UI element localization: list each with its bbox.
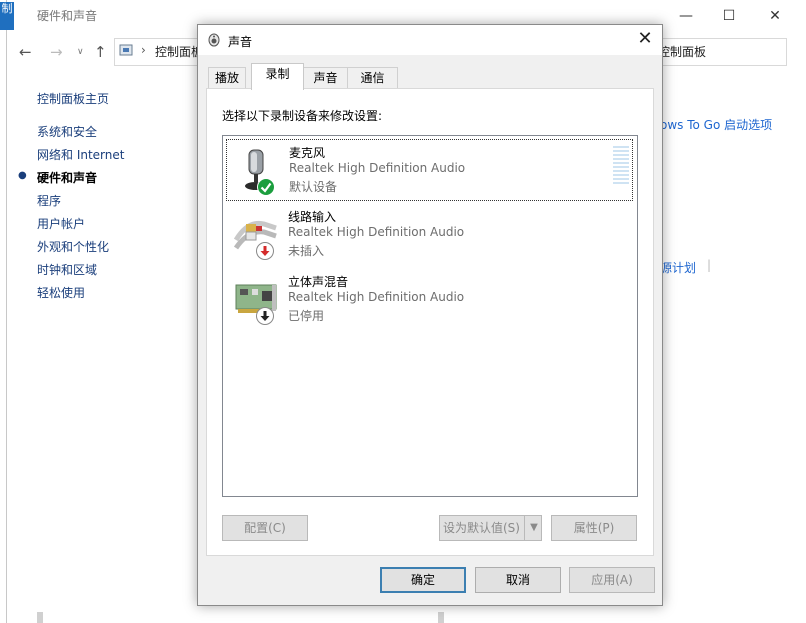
device-item-microphone[interactable]: 麦克风 Realtek High Definition Audio 默认设备 xyxy=(226,139,633,201)
device-driver: Realtek High Definition Audio xyxy=(288,290,465,304)
control-panel-icon xyxy=(119,43,135,57)
sidebar-item-clock[interactable]: 时钟和区域 xyxy=(37,261,97,278)
device-name: 立体声混音 xyxy=(288,275,349,289)
current-item-bullet: ● xyxy=(18,170,27,181)
tab-sounds[interactable]: 声音 xyxy=(302,67,349,89)
sidebar-item-accounts[interactable]: 用户帐户 xyxy=(37,215,85,232)
apply-button[interactable]: 应用(A) xyxy=(569,567,655,593)
recent-dropdown-icon[interactable]: ∨ xyxy=(77,42,84,62)
dialog-title: 声音 xyxy=(228,35,253,49)
tab-communications[interactable]: 通信 xyxy=(347,67,398,89)
device-name: 线路输入 xyxy=(288,210,337,224)
sidebar-item-network[interactable]: 网络和 Internet xyxy=(37,146,124,163)
ok-button[interactable]: 确定 xyxy=(380,567,466,593)
tab-recording[interactable]: 录制 xyxy=(251,63,304,90)
recording-tab-panel: 选择以下录制设备来修改设置: 麦克风 Realtek High Definiti… xyxy=(206,88,654,556)
sound-dialog: 声音 ✕ 播放 录制 声音 通信 选择以下录制设备来修改设置: 麦克风 Real… xyxy=(197,24,663,606)
device-status: 默认设备 xyxy=(289,180,338,194)
device-item-line-in[interactable]: 线路输入 Realtek High Definition Audio 未插入 xyxy=(226,204,631,264)
down-arrow-red-badge-icon xyxy=(256,242,274,260)
link-separator: | xyxy=(707,258,712,272)
back-arrow-icon[interactable]: ← xyxy=(19,42,32,62)
down-arrow-black-badge-icon xyxy=(256,307,274,325)
up-arrow-icon[interactable]: ↑ xyxy=(94,42,107,62)
tab-playback[interactable]: 播放 xyxy=(208,67,246,89)
set-default-label: 设为默认值(S) xyxy=(443,521,520,535)
set-default-button[interactable]: 设为默认值(S) ▼ xyxy=(439,515,542,541)
chevron-down-icon[interactable]: ▼ xyxy=(524,516,543,540)
scrollbar-stub xyxy=(438,612,444,623)
device-driver: Realtek High Definition Audio xyxy=(289,161,466,175)
close-button[interactable]: ✕ xyxy=(765,6,785,26)
address-text: 控制面板 xyxy=(155,45,204,59)
device-item-stereo-mix[interactable]: 立体声混音 Realtek High Definition Audio 已停用 xyxy=(226,269,631,329)
device-status: 已停用 xyxy=(288,309,325,323)
properties-button[interactable]: 属性(P) xyxy=(551,515,637,541)
instruction-text: 选择以下录制设备来修改设置: xyxy=(222,109,383,123)
windows-to-go-link[interactable]: ows To Go 启动选项 xyxy=(660,116,772,133)
speaker-icon xyxy=(208,33,220,47)
dialog-close-button[interactable]: ✕ xyxy=(635,29,655,49)
power-plan-link[interactable]: 源计划 xyxy=(660,259,696,276)
sidebar-home-link[interactable]: 控制面板主页 xyxy=(37,90,109,107)
minimize-button[interactable]: — xyxy=(676,6,696,26)
app-icon: 制 xyxy=(0,2,14,30)
sidebar-item-ease[interactable]: 轻松使用 xyxy=(37,284,85,301)
cancel-button[interactable]: 取消 xyxy=(475,567,561,593)
device-status: 未插入 xyxy=(288,244,325,258)
dialog-titlebar: 声音 ✕ xyxy=(198,25,662,55)
sidebar-item-programs[interactable]: 程序 xyxy=(37,192,61,209)
sidebar-item-security[interactable]: 系统和安全 xyxy=(37,123,97,140)
maximize-button[interactable]: ☐ xyxy=(719,6,739,26)
window-title: 硬件和声音 xyxy=(37,9,98,23)
device-list[interactable]: 麦克风 Realtek High Definition Audio 默认设备 线… xyxy=(222,135,638,497)
sidebar-item-appearance[interactable]: 外观和个性化 xyxy=(37,238,109,255)
address-text-right: 控制面板 xyxy=(658,45,707,59)
configure-button[interactable]: 配置(C) xyxy=(222,515,308,541)
scrollbar-stub xyxy=(37,612,43,623)
forward-arrow-icon[interactable]: → xyxy=(50,42,63,62)
check-badge-icon xyxy=(257,178,275,196)
level-meter xyxy=(613,146,629,186)
device-name: 麦克风 xyxy=(289,146,326,160)
sidebar-item-hardware[interactable]: 硬件和声音 xyxy=(37,169,97,186)
breadcrumb-chevron-icon: › xyxy=(141,43,146,57)
device-driver: Realtek High Definition Audio xyxy=(288,225,465,239)
